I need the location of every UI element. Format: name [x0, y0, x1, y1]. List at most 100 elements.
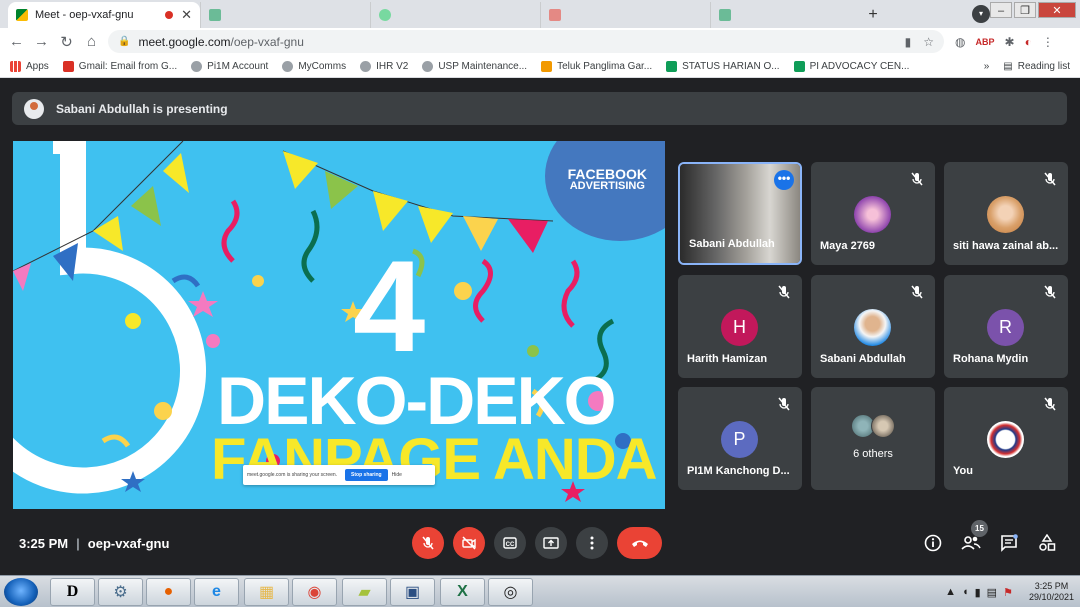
taskbar-app-dictionary-icon[interactable]: D: [50, 578, 95, 606]
reload-icon[interactable]: ↻: [54, 33, 79, 51]
action-center-icon[interactable]: ⚑: [1003, 586, 1013, 599]
mic-toggle-button[interactable]: [412, 527, 444, 559]
taskbar-app-excel-icon[interactable]: X: [440, 578, 485, 606]
tab-3[interactable]: [370, 2, 540, 28]
participant-name: PI1M Kanchong D...: [687, 465, 790, 477]
taskbar-app-camera-icon[interactable]: ◎: [488, 578, 533, 606]
participant-avatar: R: [987, 309, 1024, 346]
bookmark-gmail[interactable]: Gmail: Email from G...: [62, 60, 177, 72]
participant-avatar: [987, 196, 1024, 233]
power-icon[interactable]: ▮: [975, 586, 981, 599]
self-tile[interactable]: You: [944, 387, 1068, 490]
participant-count-badge: 15: [971, 520, 988, 537]
globe-icon: [360, 60, 372, 72]
bookmark-ihr[interactable]: IHR V2: [360, 60, 408, 72]
mic-off-icon: [1044, 172, 1056, 186]
extensions-puzzle-icon[interactable]: ✱: [1005, 35, 1015, 49]
recording-dot-icon: [165, 11, 174, 19]
globe-icon[interactable]: ◍: [955, 35, 965, 49]
taskbar-app-explorer-icon[interactable]: ▦: [244, 578, 289, 606]
globe-icon: [422, 60, 434, 72]
present-now-button[interactable]: [535, 527, 567, 559]
tab-search-icon[interactable]: ▾: [972, 5, 990, 23]
tab-favicon-icon: [379, 9, 391, 21]
adblock-icon[interactable]: ABP: [975, 37, 994, 47]
bookmark-label: STATUS HARIAN O...: [682, 60, 780, 72]
address-bar[interactable]: 🔒 meet.google.com/oep-vxaf-gnu ▮ ☆: [108, 30, 944, 53]
close-window-button[interactable]: ✕: [1038, 2, 1076, 18]
menu-kebab-icon[interactable]: ⋮: [1042, 35, 1054, 49]
leave-call-button[interactable]: [617, 527, 662, 559]
more-options-button[interactable]: [576, 527, 608, 559]
apps-grid-icon: [10, 60, 21, 72]
reading-list[interactable]: » ▤ Reading list: [984, 55, 1070, 78]
sheets-icon: [793, 60, 805, 72]
tab-2[interactable]: [200, 2, 370, 28]
more-options-icon[interactable]: •••: [774, 170, 794, 190]
taskbar-app-chrome-icon[interactable]: ◉: [292, 578, 337, 606]
hide-button[interactable]: Hide: [392, 472, 402, 478]
bookmark-advocacy[interactable]: PI ADVOCACY CEN...: [793, 60, 910, 72]
tab-5[interactable]: [710, 2, 860, 28]
participant-name: Sabani Abdullah: [820, 353, 906, 365]
tab-favicon-icon: [549, 9, 561, 21]
extensions: ◍ ABP ✱ ◐ ⋮: [955, 28, 1054, 55]
browser-tab-strip: Meet - oep-vxaf-gnu ✕ + ▾ – ❐ ✕: [0, 0, 1080, 28]
participant-avatar: [854, 309, 891, 346]
slide-number: 4: [353, 233, 426, 379]
bookmark-pi1m[interactable]: Pi1M Account: [191, 60, 268, 72]
participant-tile[interactable]: siti hawa zainal ab...: [944, 162, 1068, 265]
mic-off-icon: [911, 172, 923, 186]
taskbar-app-ie-icon[interactable]: e: [194, 578, 239, 606]
camera-toggle-button[interactable]: [453, 527, 485, 559]
participant-tile[interactable]: Sabani Abdullah: [811, 275, 935, 378]
others-tile[interactable]: 6 others: [811, 387, 935, 490]
bookmark-status[interactable]: STATUS HARIAN O...: [666, 60, 780, 72]
bookmark-teluk[interactable]: Teluk Panglima Gar...: [541, 60, 652, 72]
tab-favicon-icon: [209, 9, 221, 21]
chat-button[interactable]: [997, 531, 1021, 555]
participant-tile[interactable]: ••• Sabani Abdullah: [678, 162, 802, 265]
network-icon[interactable]: ▤: [987, 586, 997, 599]
browser-toolbar: ← → ↻ ⌂ 🔒 meet.google.com/oep-vxaf-gnu ▮…: [0, 28, 1080, 55]
globe-icon: [191, 60, 203, 72]
participant-tile[interactable]: Maya 2769: [811, 162, 935, 265]
more-vert-icon: [590, 536, 594, 550]
tray-expand-icon[interactable]: ▲: [945, 586, 956, 598]
taskbar-app-firefox-icon[interactable]: ●: [146, 578, 191, 606]
stop-sharing-button[interactable]: Stop sharing: [345, 469, 388, 481]
taskbar-app-notes-icon[interactable]: ▰: [342, 578, 387, 606]
taskbar-app-gear-icon[interactable]: ⚙: [98, 578, 143, 606]
camera-in-use-icon[interactable]: ▮: [905, 35, 912, 49]
profile-avatar-icon[interactable]: ◐: [1025, 35, 1032, 49]
participant-tile[interactable]: H Harith Hamizan: [678, 275, 802, 378]
forward-icon[interactable]: →: [29, 33, 54, 50]
tab-4[interactable]: [540, 2, 710, 28]
tab-meet[interactable]: Meet - oep-vxaf-gnu ✕: [8, 2, 200, 28]
bookmark-star-icon[interactable]: ☆: [923, 35, 934, 49]
more-bookmarks-icon[interactable]: »: [984, 61, 990, 72]
meeting-details-button[interactable]: [921, 531, 945, 555]
participant-tile[interactable]: R Rohana Mydin: [944, 275, 1068, 378]
start-button-icon[interactable]: [4, 578, 38, 606]
home-icon[interactable]: ⌂: [79, 33, 104, 50]
bookmark-apps[interactable]: Apps: [10, 60, 49, 72]
bookmark-mycomms[interactable]: MyComms: [282, 60, 346, 72]
url-path: /oep-vxaf-gnu: [230, 34, 304, 49]
presenting-text: Sabani Abdullah is presenting: [56, 101, 228, 116]
bookmark-usp[interactable]: USP Maintenance...: [422, 60, 527, 72]
bookmark-label: PI ADVOCACY CEN...: [809, 60, 910, 72]
volume-icon[interactable]: ◖: [962, 586, 969, 598]
activities-button[interactable]: [1035, 531, 1059, 555]
captions-button[interactable]: CC: [494, 527, 526, 559]
meet-favicon-icon: [16, 9, 28, 21]
back-icon[interactable]: ←: [4, 33, 29, 50]
taskbar-clock[interactable]: 3:25 PM 29/10/2021: [1029, 581, 1074, 603]
minimize-button[interactable]: –: [990, 2, 1012, 18]
taskbar-app-display-icon[interactable]: ▣: [390, 578, 435, 606]
restore-button[interactable]: ❐: [1014, 2, 1036, 18]
mic-off-icon: [778, 397, 790, 411]
new-tab-button[interactable]: +: [860, 2, 886, 28]
participant-tile[interactable]: P PI1M Kanchong D...: [678, 387, 802, 490]
tab-close-icon[interactable]: ✕: [181, 7, 192, 23]
